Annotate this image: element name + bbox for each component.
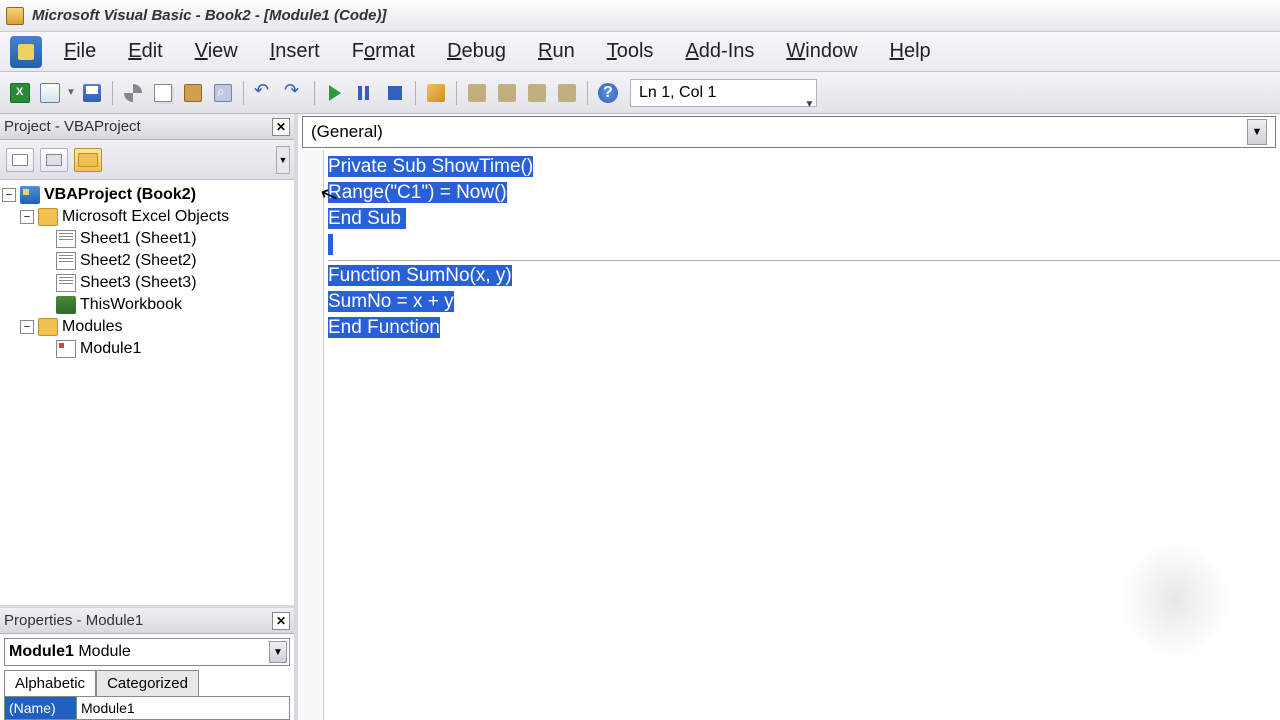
toolbox-button[interactable] [553, 79, 581, 107]
sheet-icon [56, 274, 76, 292]
paste-button[interactable] [179, 79, 207, 107]
object-browser-button[interactable] [523, 79, 551, 107]
tree-workbook[interactable]: ThisWorkbook [80, 296, 182, 314]
folder-icon [38, 208, 58, 226]
break-button[interactable] [351, 79, 379, 107]
menu-tools[interactable]: Tools [591, 34, 670, 69]
cut-button[interactable] [119, 79, 147, 107]
tree-folder-modules[interactable]: Modules [62, 318, 122, 336]
tab-categorized[interactable]: Categorized [96, 670, 199, 696]
view-code-button[interactable] [6, 148, 34, 172]
vb-icon [10, 36, 42, 68]
menu-help[interactable]: Help [874, 34, 947, 69]
tree-sheet3[interactable]: Sheet3 (Sheet3) [80, 274, 197, 292]
watermark [1120, 540, 1230, 660]
redo-button[interactable] [280, 79, 308, 107]
insert-dropdown[interactable]: ▼ [66, 87, 76, 98]
undo-button[interactable] [250, 79, 278, 107]
project-toolbar-dropdown[interactable]: ▼ [276, 146, 290, 174]
project-panel-header: Project - VBAProject ✕ [0, 114, 294, 140]
tab-alphabetic[interactable]: Alphabetic [4, 670, 96, 696]
menu-edit[interactable]: Edit [112, 34, 178, 69]
help-button[interactable] [594, 79, 622, 107]
workbook-icon [56, 296, 76, 314]
menubar: File Edit View Insert Format Debug Run T… [0, 32, 1280, 72]
view-object-button[interactable] [40, 148, 68, 172]
project-panel-title: Project - VBAProject [4, 118, 141, 135]
cursor-position-box: Ln 1, Col 1 ▼ [630, 79, 817, 107]
menu-window[interactable]: Window [770, 34, 873, 69]
menu-format[interactable]: Format [336, 34, 431, 69]
sheet-icon [56, 252, 76, 270]
prop-name-value[interactable]: Module1 [77, 697, 289, 719]
properties-close-button[interactable]: ✕ [272, 612, 290, 630]
menu-debug[interactable]: Debug [431, 34, 522, 69]
properties-object-select[interactable]: Module1 Module ▼ [4, 638, 290, 666]
code-margin [298, 150, 324, 720]
prop-name-label: (Name) [5, 697, 77, 719]
menu-run[interactable]: Run [522, 34, 591, 69]
app-icon [6, 7, 24, 25]
tree-module1[interactable]: Module1 [80, 340, 141, 358]
save-button[interactable] [78, 79, 106, 107]
tree-toggle[interactable]: − [20, 210, 34, 224]
tree-sheet1[interactable]: Sheet1 (Sheet1) [80, 230, 197, 248]
folder-icon [38, 318, 58, 336]
object-dropdown[interactable]: (General) ▼ [302, 116, 1276, 148]
title-text: Microsoft Visual Basic - Book2 - [Module… [32, 7, 386, 24]
toolbar: ▼ Ln 1, Col 1 ▼ [0, 72, 1280, 114]
properties-title: Properties - Module1 [4, 612, 143, 629]
properties-button[interactable] [493, 79, 521, 107]
tree-folder-excel[interactable]: Microsoft Excel Objects [62, 208, 229, 226]
project-toolbar: ▼ [0, 140, 294, 180]
design-mode-button[interactable] [422, 79, 450, 107]
project-panel-close-button[interactable]: ✕ [272, 118, 290, 136]
menu-view[interactable]: View [179, 34, 254, 69]
tree-sheet2[interactable]: Sheet2 (Sheet2) [80, 252, 197, 270]
reset-button[interactable] [381, 79, 409, 107]
tree-toggle[interactable]: − [20, 320, 34, 334]
view-excel-button[interactable] [6, 79, 34, 107]
menu-addins[interactable]: Add-Ins [669, 34, 770, 69]
properties-grid[interactable]: (Name) Module1 [4, 696, 290, 720]
cursor-position: Ln 1, Col 1 [639, 84, 716, 102]
tree-toggle[interactable]: − [2, 188, 16, 202]
tree-root[interactable]: VBAProject (Book2) [44, 186, 196, 204]
menu-insert[interactable]: Insert [254, 34, 336, 69]
properties-panel: Properties - Module1 ✕ Module1 Module ▼ … [0, 605, 294, 720]
toggle-folders-button[interactable] [74, 148, 102, 172]
project-tree[interactable]: − VBAProject (Book2) − Microsoft Excel O… [0, 180, 294, 605]
copy-button[interactable] [149, 79, 177, 107]
module-icon [56, 340, 76, 358]
sheet-icon [56, 230, 76, 248]
run-button[interactable] [321, 79, 349, 107]
project-icon [20, 186, 40, 204]
insert-button[interactable] [36, 79, 64, 107]
menu-file[interactable]: File [48, 34, 112, 69]
project-explorer-button[interactable] [463, 79, 491, 107]
find-button[interactable] [209, 79, 237, 107]
titlebar: Microsoft Visual Basic - Book2 - [Module… [0, 0, 1280, 32]
